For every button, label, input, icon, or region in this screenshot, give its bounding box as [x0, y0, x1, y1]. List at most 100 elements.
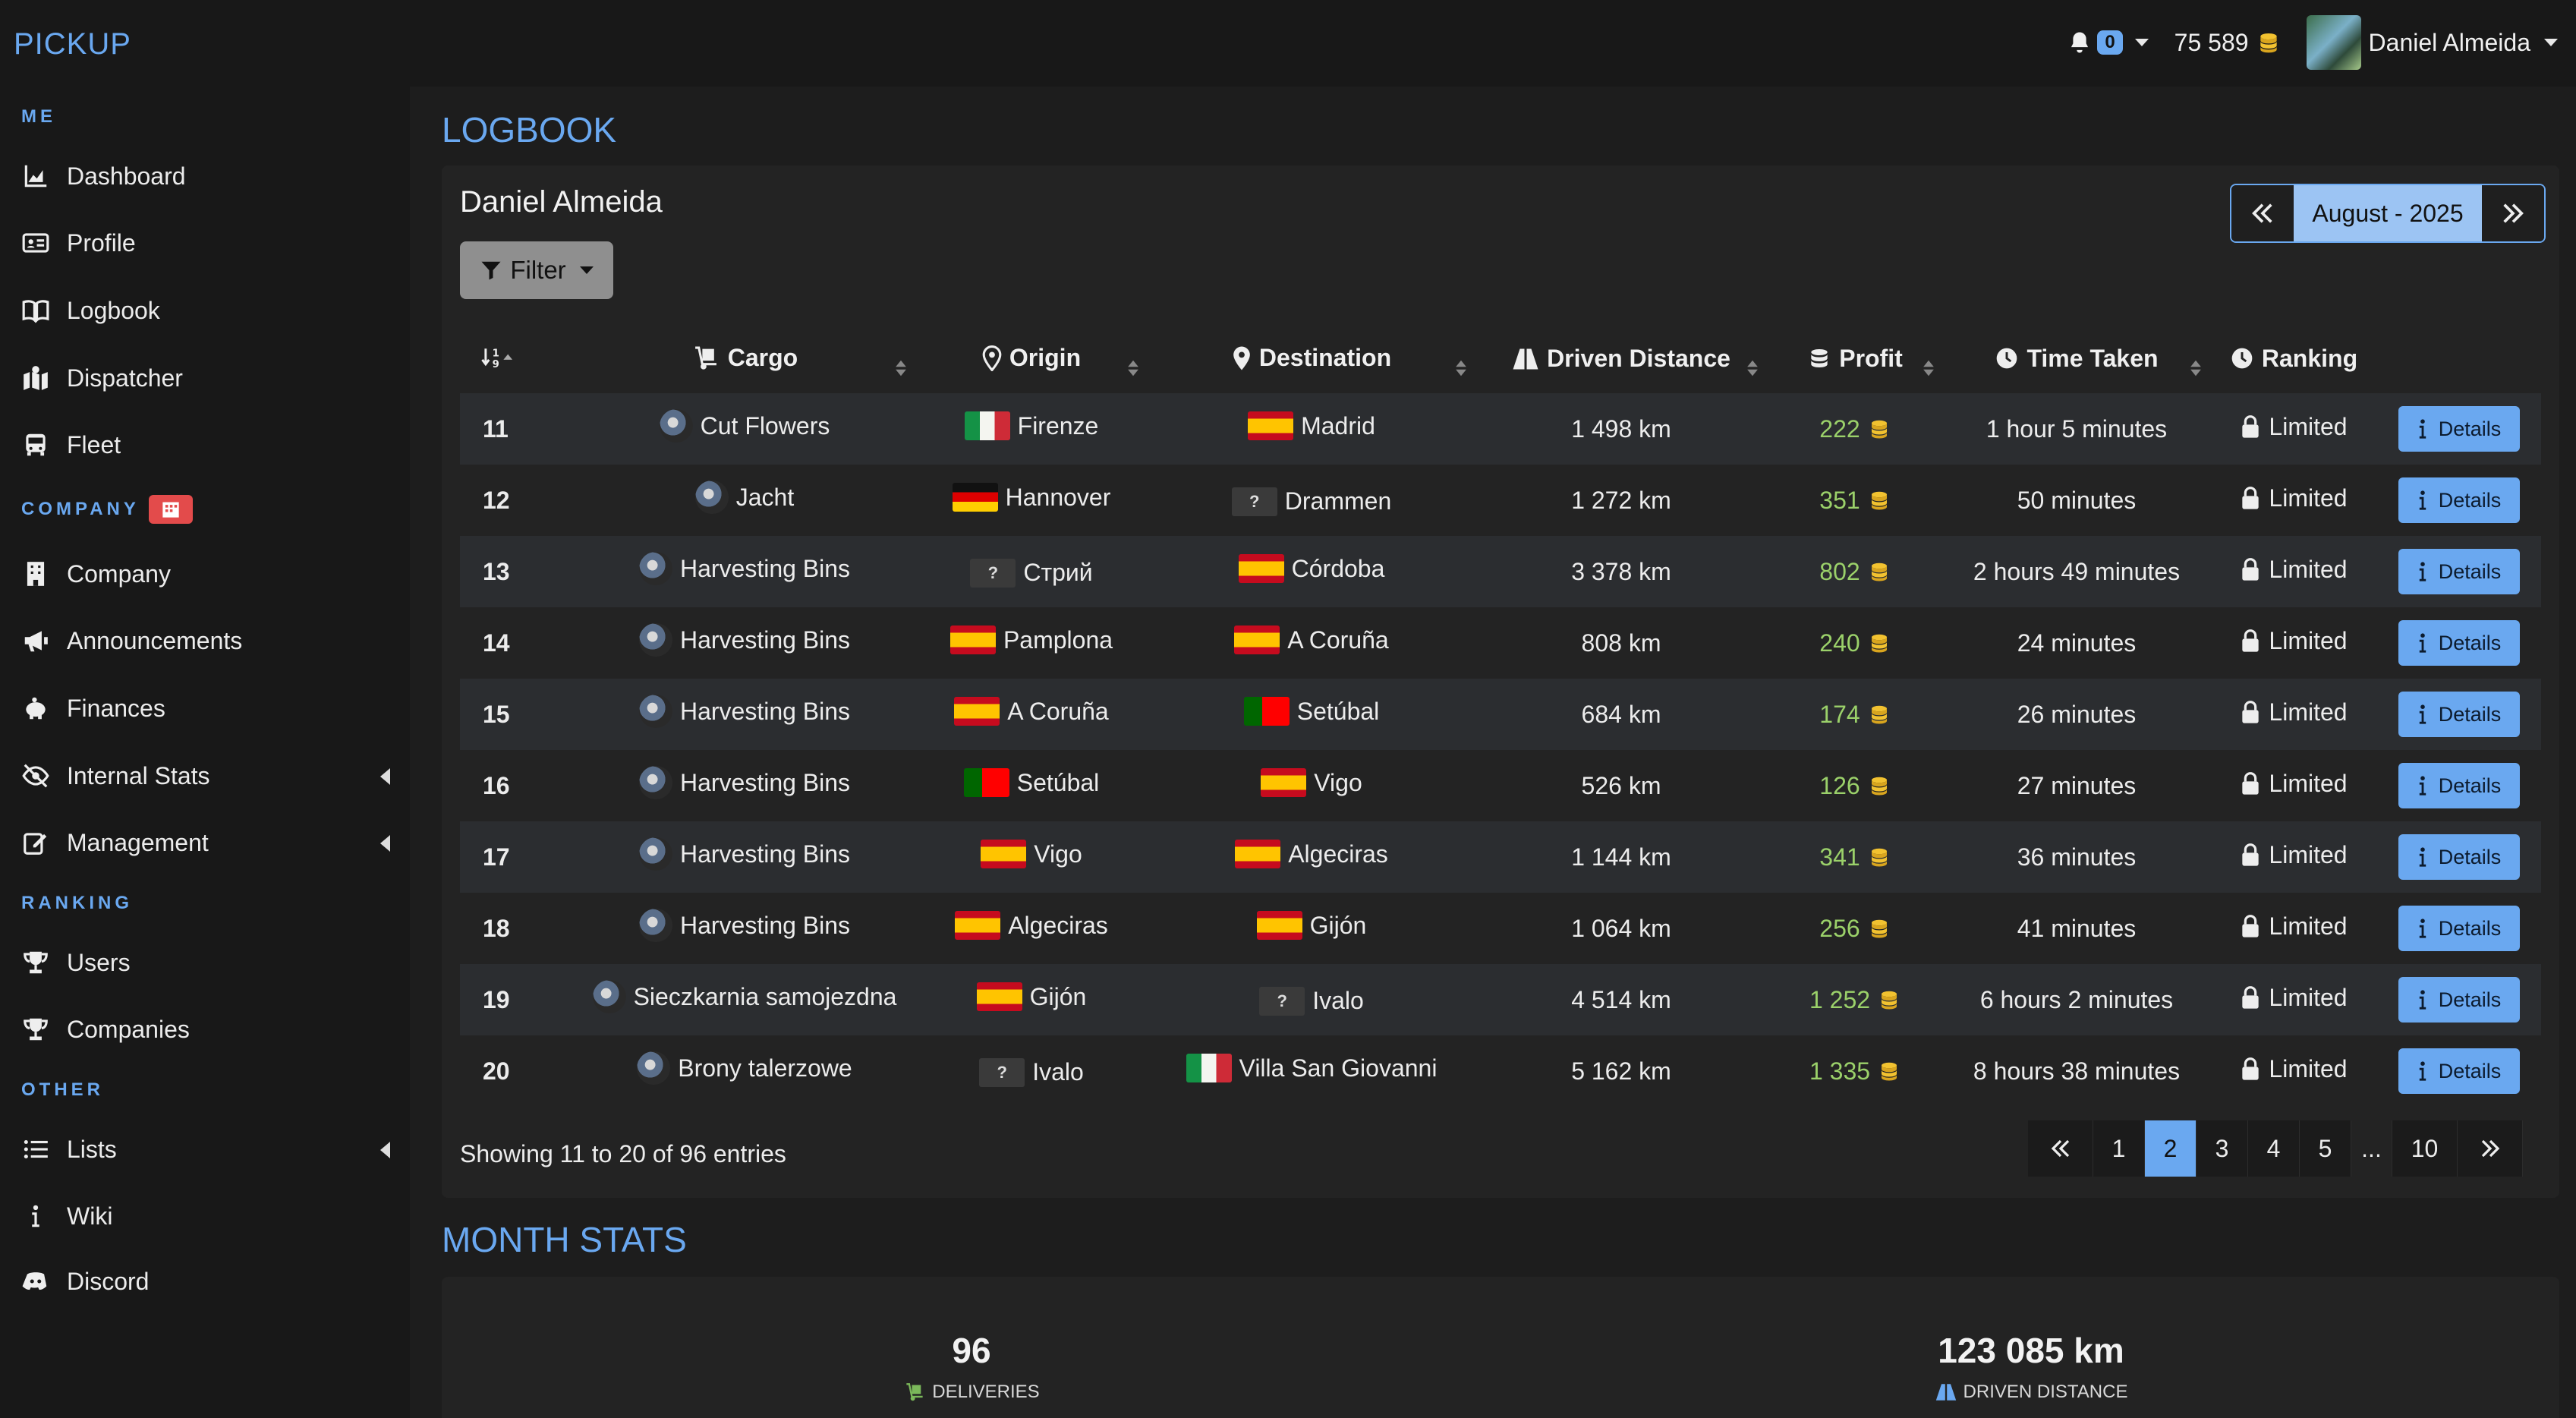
profit-value: 1 252: [1809, 985, 1871, 1013]
cargo-icon: [638, 837, 672, 871]
flag-es-icon: [1238, 554, 1284, 583]
info-icon: [2419, 490, 2426, 510]
sidebar-item-label: Logbook: [67, 296, 160, 324]
user-name: Daniel Almeida: [2368, 28, 2530, 56]
sidebar-item-lists[interactable]: Lists: [21, 1127, 401, 1172]
sidebar-item-management[interactable]: Management: [21, 820, 401, 865]
details-button[interactable]: Details: [2398, 977, 2520, 1023]
sort-icon: [1126, 355, 1140, 383]
sidebar-item-users[interactable]: Users: [21, 940, 401, 985]
unknown-flag-icon: ?: [970, 558, 1016, 588]
coins-icon: [2260, 33, 2277, 53]
pagination-next-button[interactable]: [2458, 1120, 2523, 1177]
details-button[interactable]: Details: [2398, 1048, 2520, 1094]
user-menu-dropdown[interactable]: Daniel Almeida: [2306, 15, 2558, 70]
sidebar-item-label: Wiki: [67, 1202, 113, 1230]
sidebar-item-internal-stats[interactable]: Internal Stats: [21, 753, 401, 799]
column-header-time[interactable]: Time Taken: [1943, 328, 2210, 393]
origin-city: Gijón: [1029, 982, 1087, 1010]
pagination-page-1[interactable]: 1: [2093, 1120, 2145, 1177]
details-button[interactable]: Details: [2398, 834, 2520, 880]
column-header-distance[interactable]: Driven Distance: [1475, 328, 1767, 393]
details-button[interactable]: Details: [2398, 620, 2520, 666]
sidebar-section-me: ME: [21, 106, 56, 127]
cell-origin: Gijón: [915, 964, 1148, 1035]
pagination-page-5[interactable]: 5: [2300, 1120, 2351, 1177]
sidebar-item-company[interactable]: Company: [21, 551, 401, 597]
sidebar-item-label: Dashboard: [67, 162, 186, 190]
pagination-page-4[interactable]: 4: [2248, 1120, 2300, 1177]
cell-distance: 684 km: [1581, 700, 1661, 728]
column-header-destination[interactable]: Destination: [1148, 328, 1475, 393]
sidebar-item-discord[interactable]: Discord: [21, 1259, 401, 1304]
cell-cargo: Jacht: [574, 465, 915, 536]
details-button[interactable]: Details: [2398, 406, 2520, 452]
filter-button[interactable]: Filter: [460, 241, 613, 299]
notifications-dropdown[interactable]: 0: [2068, 30, 2149, 55]
cell-ranking: Limited: [2210, 679, 2377, 750]
brand-logo[interactable]: PICKUP: [14, 27, 131, 61]
sidebar-item-finances[interactable]: Finances: [21, 685, 401, 731]
info-icon: [2419, 847, 2426, 867]
column-header-cargo[interactable]: Cargo: [574, 328, 915, 393]
cell-destination: Villa San Giovanni: [1148, 1035, 1475, 1107]
flag-es-icon: [1234, 625, 1280, 654]
cell-cargo: Harvesting Bins: [574, 893, 915, 964]
stat-deliveries-label-row: DELIVERIES: [820, 1382, 1123, 1403]
bell-icon: [2071, 32, 2089, 53]
driver-name: Daniel Almeida: [460, 185, 663, 219]
previous-month-button[interactable]: [2231, 185, 2294, 241]
stat-distance-label-row: DRIVEN DISTANCE: [1879, 1382, 2183, 1403]
cell-profit: 174: [1767, 679, 1943, 750]
column-header-profit[interactable]: Profit: [1767, 328, 1943, 393]
sidebar-item-profile[interactable]: Profile: [21, 220, 401, 266]
sidebar-item-logbook[interactable]: Logbook: [21, 288, 401, 333]
cell-id: 16: [483, 771, 510, 799]
column-header-origin[interactable]: Origin: [915, 328, 1148, 393]
details-button[interactable]: Details: [2398, 549, 2520, 594]
cell-profit: 341: [1767, 821, 1943, 893]
ranking-status: Limited: [2269, 626, 2348, 654]
details-button[interactable]: Details: [2398, 477, 2520, 523]
sort-id-header[interactable]: 19: [460, 328, 574, 393]
sidebar-item-companies[interactable]: Companies: [21, 1007, 401, 1052]
next-month-button[interactable]: [2482, 185, 2544, 241]
sidebar-item-wiki[interactable]: Wiki: [21, 1193, 401, 1239]
details-button[interactable]: Details: [2398, 906, 2520, 951]
pagination-previous-button[interactable]: [2028, 1120, 2093, 1177]
road-icon: [1513, 348, 1538, 370]
sidebar-item-label: Dispatcher: [67, 364, 183, 392]
pagination-page-2[interactable]: 2: [2145, 1120, 2197, 1177]
cell-origin: ? Стрий: [915, 536, 1148, 607]
pagination-page-last[interactable]: 10: [2392, 1120, 2458, 1177]
svg-text:1: 1: [493, 348, 499, 360]
sidebar-item-announcements[interactable]: Announcements: [21, 618, 401, 663]
cell-cargo: Sieczkarnia samojezdna: [574, 964, 915, 1035]
details-label: Details: [2438, 488, 2502, 512]
column-label: Ranking: [2261, 344, 2358, 372]
cell-distance: 4 514 km: [1571, 985, 1671, 1013]
sidebar-item-fleet[interactable]: Fleet: [21, 422, 401, 468]
cell-ranking: Limited: [2210, 821, 2377, 893]
flag-it-icon: [1186, 1054, 1232, 1082]
details-button[interactable]: Details: [2398, 763, 2520, 808]
ranking-status: Limited: [2269, 983, 2348, 1011]
cell-id: 13: [483, 557, 510, 585]
month-stats-title: MONTH STATS: [442, 1220, 687, 1259]
details-button[interactable]: Details: [2398, 692, 2520, 737]
entries-info: Showing 11 to 20 of 96 entries: [460, 1140, 786, 1167]
info-icon: [2419, 562, 2426, 581]
sidebar-item-dispatcher[interactable]: Dispatcher: [21, 355, 401, 401]
sidebar-item-dashboard[interactable]: Dashboard: [21, 153, 401, 199]
cell-time: 41 minutes: [2017, 914, 2137, 942]
cargo-name: Jacht: [735, 483, 795, 511]
lock-icon: [2242, 415, 2260, 438]
cargo-name: Cut Flowers: [700, 411, 830, 440]
column-header-actions: [2377, 328, 2541, 393]
ranking-status: Limited: [2269, 769, 2348, 797]
current-month[interactable]: August - 2025: [2294, 185, 2482, 241]
pagination-page-3[interactable]: 3: [2197, 1120, 2248, 1177]
table-row: 15 Harvesting Bins A Coruña Setúbal 684 km 17…: [460, 679, 2541, 750]
month-navigator: August - 2025: [2230, 184, 2546, 243]
sidebar-item-label: Lists: [67, 1135, 117, 1163]
